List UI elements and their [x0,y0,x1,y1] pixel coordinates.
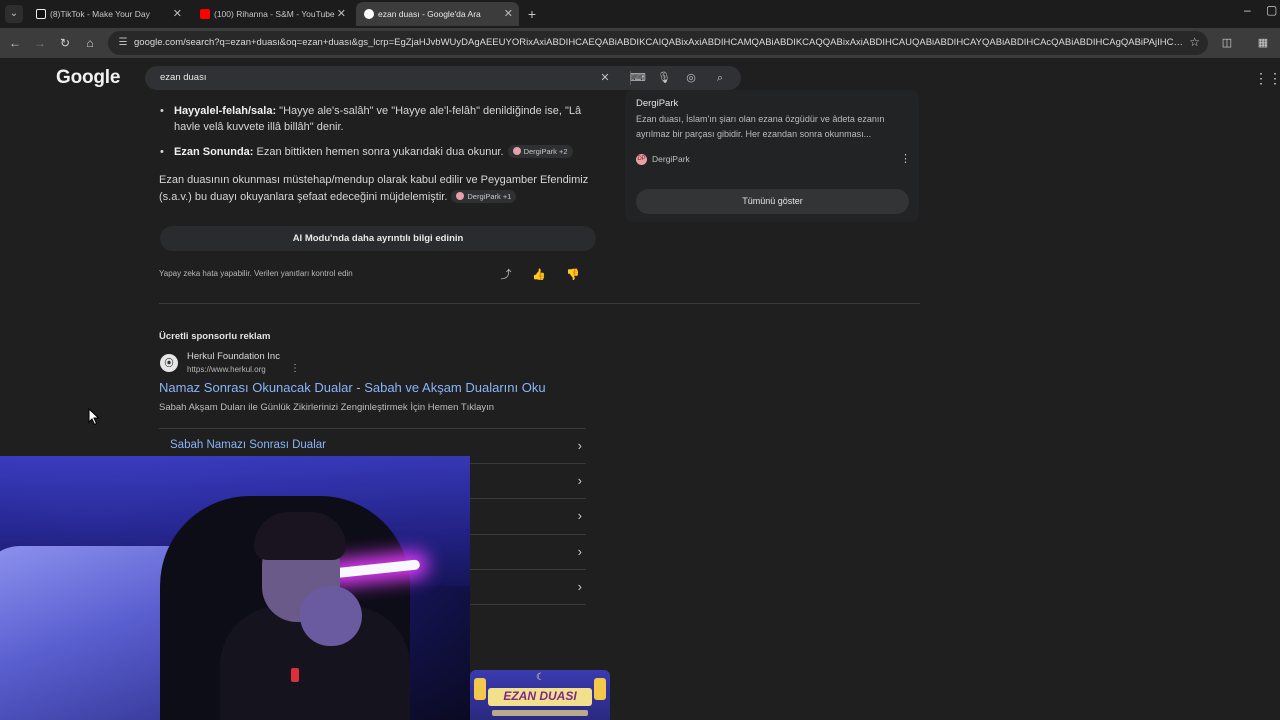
paragraph-text: Ezan duasının okunması müstehap/mendup o… [159,174,589,203]
address-bar[interactable]: ☰ google.com/search?q=ezan+duası&oq=ezan… [108,31,1208,55]
herkul-favicon[interactable]: ⦿ [160,354,178,372]
site-info-icon[interactable]: ☰ [116,36,130,50]
bookmark-star-icon[interactable]: ☆ [1189,35,1200,49]
webcam-person-hair [254,512,346,560]
back-icon[interactable]: ← [7,35,23,51]
thumbs-down-icon[interactable]: 👎 [566,268,580,282]
lens-icon[interactable]: ◎ [683,70,699,86]
webcam-overlay [0,456,470,720]
chevron-right-icon: › [577,473,582,488]
bullet-dot: • [160,146,164,158]
tiktok-icon [36,9,46,19]
keyboard-icon[interactable]: ⌨ [630,70,646,86]
search-icon[interactable]: ⌕ [712,70,728,86]
tab-tiktok[interactable]: (8)TikTok - Make Your Day ✕ [28,2,188,26]
advertiser-name[interactable]: Herkul Foundation Inc [187,351,280,362]
bullet-heading: Hayyalel-felah/sala: [174,105,277,117]
tab-youtube[interactable]: (100) Rihanna - S&M - YouTube ✕ [192,2,352,26]
chevron-right-icon: › [577,508,582,523]
source-card-title[interactable]: DergiPark [636,98,678,109]
thumbnail-title: EZAN DUASI [503,689,577,703]
chevron-right-icon: › [577,579,582,594]
close-tab-icon[interactable]: ✕ [173,2,182,26]
new-tab-button[interactable]: + [525,5,539,23]
ai-disclaimer: Yapay zeka hata yapabilir. Verilen yanıt… [159,269,353,278]
toolbar: ← → ↻ ⌂ ☰ google.com/search?q=ezan+duası… [0,28,1280,58]
ai-mode-button[interactable]: AI Modu'nda daha ayrıntılı bilgi edinin [160,226,596,251]
source-chip[interactable]: DergiPark +1 [451,190,517,203]
source-chip-label: DergiPark +1 [467,192,512,201]
thumbnail-arabic-text [492,710,588,716]
maximize-icon[interactable]: ▢ [1266,3,1277,17]
microphone-icon[interactable]: 🎙 [656,70,672,86]
crescent-moon-icon: ☾ [536,672,545,683]
share-icon[interactable]: ⤴ [499,268,513,282]
tab-google-search[interactable]: ezan duası - Google'da Ara ✕ [356,2,519,26]
search-input[interactable]: ezan duası [160,66,206,90]
bullet-heading: Ezan Sonunda: [174,146,254,158]
sitelink-label[interactable]: Sabah Namazı Sonrası Dualar [170,439,326,451]
home-icon[interactable]: ⌂ [82,35,98,51]
advertiser-url[interactable]: https://www.herkul.org [187,365,266,374]
video-thumbnail[interactable]: ☾ EZAN DUASI [470,670,610,720]
youtube-icon [200,9,210,19]
show-all-button[interactable]: Tümünü göster [636,189,909,214]
chevron-right-icon: › [577,544,582,559]
source-chip[interactable]: DergiPark +2 [507,145,573,158]
ad-title-link[interactable]: Namaz Sonrası Okunacak Dualar - Sabah ve… [159,380,546,395]
more-options-icon[interactable]: ⋮ [900,152,911,165]
search-box[interactable]: ezan duası ✕ ⌨ 🎙 ◎ ⌕ [145,66,741,90]
bullet-text: Ezan bittikten hemen sonra yukarıdaki du… [253,146,504,158]
dergipark-icon [512,147,521,155]
source-chip-label: DergiPark +2 [523,147,568,156]
thumbs-up-icon[interactable]: 👍 [532,268,546,282]
webcam-shirt-logo [291,668,299,682]
reload-icon[interactable]: ↻ [57,35,73,51]
section-divider [159,303,920,304]
source-card[interactable]: DergiPark Ezan duası, İslam'ın şiarı ola… [625,90,919,222]
chevron-right-icon: › [577,438,582,453]
dergipark-icon: DP [636,154,647,165]
extensions-icon[interactable]: ◫ [1219,35,1235,51]
google-icon [364,9,374,19]
ad-description: Sabah Akşam Duları ile Günlük Zikirlerin… [159,402,495,413]
close-tab-icon[interactable]: ✕ [337,2,346,26]
source-card-snippet: Ezan duası, İslam'ın şiarı olan ezana öz… [636,114,885,139]
source-card-site: DergiPark [652,154,690,164]
sponsored-label: Ücretli sponsorlu reklam [159,331,271,342]
profile-icon[interactable]: ▦ [1255,35,1271,51]
close-tab-icon[interactable]: ✕ [504,2,513,26]
tab-search-button[interactable]: ⌄ [5,5,23,23]
tab-title: (100) Rihanna - S&M - YouTube [214,9,335,19]
google-logo[interactable]: Google [56,67,120,89]
minimize-icon[interactable]: – [1244,3,1251,17]
tab-title: ezan duası - Google'da Ara [378,9,481,19]
overview-paragraph: Ezan duasının okunması müstehap/mendup o… [159,172,599,206]
tab-strip: ⌄ (8)TikTok - Make Your Day ✕ (100) Riha… [0,0,1280,28]
forward-icon[interactable]: → [32,35,48,51]
dergipark-icon [456,192,465,200]
webcam-person-hand [300,586,362,646]
more-options-icon[interactable]: ⋮ [290,363,300,374]
tab-title: (8)TikTok - Make Your Day [50,9,150,19]
apps-grid-icon[interactable]: ⋮⋮ [1254,71,1280,85]
close-icon[interactable]: ✕ [597,70,613,86]
bullet-dot: • [160,105,164,117]
url-text[interactable]: google.com/search?q=ezan+duası&oq=ezan+d… [134,31,1184,55]
